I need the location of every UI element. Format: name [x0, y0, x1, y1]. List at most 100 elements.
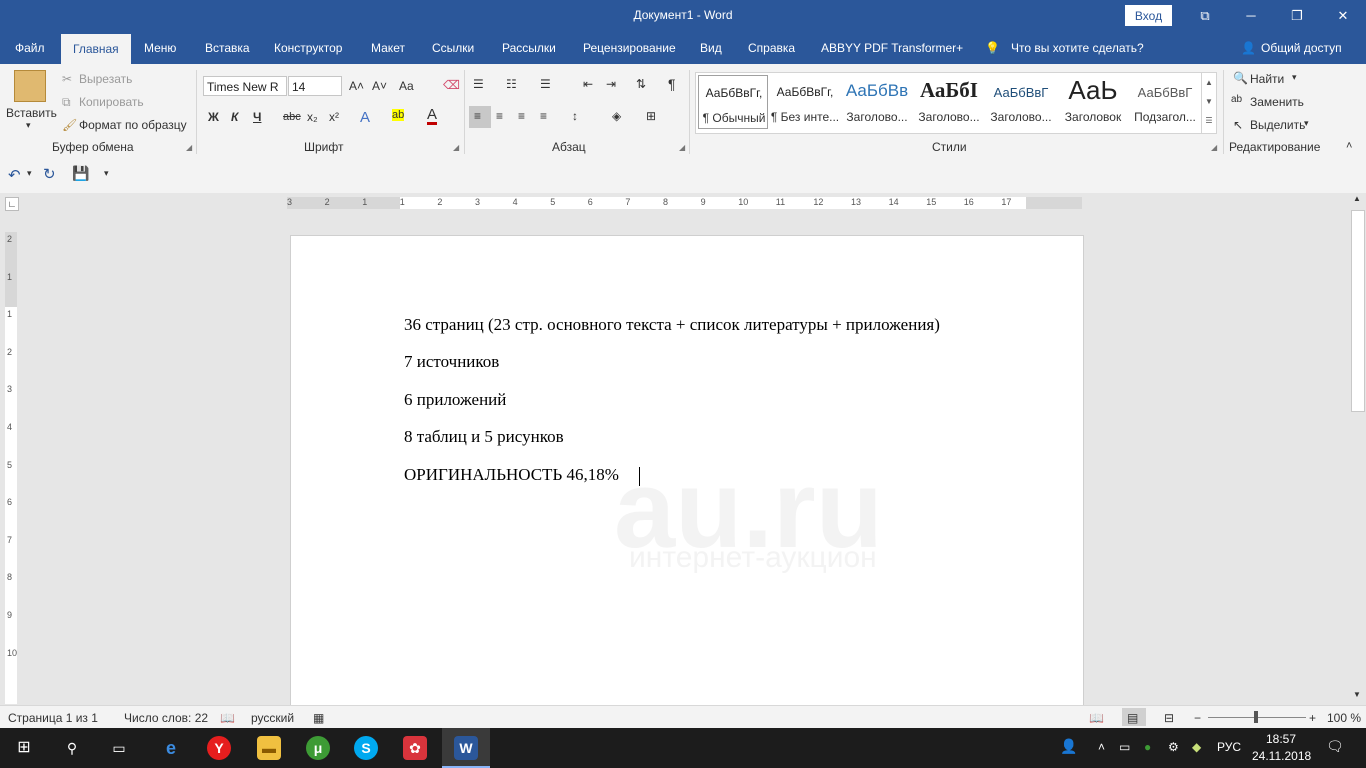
task-view-icon[interactable]: ▭: [107, 736, 131, 760]
doc-paragraph[interactable]: 36 страниц (23 стр. основного текста + с…: [404, 315, 940, 335]
document-page[interactable]: au.ru интернет-аукцион 36 страниц (23 ст…: [290, 235, 1084, 717]
horizontal-ruler[interactable]: 3 2 1 1 2 3 4 5 6 7 8 9 10 11 12 13 14 15 16 17: [287, 197, 1082, 209]
tray-overflow-icon[interactable]: ˄: [1098, 740, 1105, 754]
word-count[interactable]: Число слов: 22: [124, 711, 208, 725]
italic-button[interactable]: К: [231, 110, 238, 124]
search-icon[interactable]: ⚲: [60, 736, 84, 760]
style-heading-1[interactable]: АаБбВв Заголово...: [842, 75, 912, 129]
utorrent-icon[interactable]: μ: [306, 736, 330, 760]
file-explorer-icon[interactable]: ▬: [257, 736, 281, 760]
redo-icon[interactable]: ↻: [43, 165, 56, 183]
select-dropdown-icon[interactable]: ▾: [1304, 118, 1309, 129]
web-layout-icon[interactable]: ⊟: [1164, 711, 1174, 725]
ribbon-display-options-icon[interactable]: ⧉: [1182, 0, 1228, 32]
undo-icon[interactable]: ↶: [8, 166, 21, 184]
font-name-combo[interactable]: Times New R: [203, 76, 287, 96]
language-indicator[interactable]: русский: [251, 711, 294, 725]
style-no-spacing[interactable]: АаБбВвГг, ¶ Без инте...: [770, 75, 840, 129]
multilevel-list-icon[interactable]: ☰: [540, 77, 551, 91]
tab-home[interactable]: Главная: [61, 34, 131, 64]
tab-design[interactable]: Конструктор: [274, 41, 342, 55]
tab-help[interactable]: Справка: [748, 41, 795, 55]
style-normal[interactable]: АаБбВвГг, ¶ Обычный: [698, 75, 768, 129]
zoom-level[interactable]: 100 %: [1327, 711, 1361, 725]
style-heading-2[interactable]: АаБбІ Заголово...: [914, 75, 984, 129]
format-painter-button[interactable]: Формат по образцу: [79, 118, 187, 132]
proofing-icon[interactable]: 📖: [220, 711, 235, 725]
customize-qat-icon[interactable]: ▾: [104, 168, 109, 179]
doc-paragraph[interactable]: ОРИГИНАЛЬНОСТЬ 46,18%: [404, 465, 619, 485]
vertical-ruler[interactable]: 2 1 1 2 3 4 5 6 7 8 9 10: [5, 232, 17, 704]
doc-paragraph[interactable]: 8 таблиц и 5 рисунков: [404, 427, 564, 447]
tell-me-input[interactable]: Что вы хотите сделать?: [1011, 41, 1144, 55]
sync-icon[interactable]: ⚙: [1168, 740, 1179, 754]
underline-button[interactable]: Ч: [253, 110, 261, 124]
align-center-icon[interactable]: ≡: [496, 109, 503, 123]
collapse-ribbon-icon[interactable]: ˄: [1346, 140, 1352, 152]
shrink-font-button[interactable]: A˅: [372, 79, 387, 93]
select-button[interactable]: Выделить: [1250, 118, 1305, 132]
undo-dropdown-icon[interactable]: ▾: [27, 168, 32, 179]
decrease-indent-icon[interactable]: ⇤: [583, 77, 593, 91]
skype-icon[interactable]: S: [354, 736, 378, 760]
restore-button[interactable]: ❐: [1274, 0, 1320, 32]
scroll-thumb[interactable]: [1351, 210, 1365, 412]
increase-indent-icon[interactable]: ⇥: [606, 77, 616, 91]
doc-paragraph[interactable]: 6 приложений: [404, 390, 506, 410]
font-color-icon[interactable]: A: [427, 107, 438, 125]
zoom-in-icon[interactable]: +: [1309, 711, 1316, 725]
people-icon[interactable]: 👤: [1060, 738, 1077, 755]
save-icon[interactable]: 💾: [72, 165, 89, 182]
cut-button[interactable]: Вырезать: [79, 72, 132, 86]
shading-icon[interactable]: ◈: [612, 109, 621, 123]
sign-in-button[interactable]: Вход: [1125, 5, 1172, 26]
app-tray-icon[interactable]: ◆: [1192, 740, 1201, 754]
scroll-down-icon[interactable]: ▼: [1353, 690, 1361, 699]
paste-dropdown-icon[interactable]: ▾: [26, 120, 31, 131]
justify-icon[interactable]: ≡: [540, 109, 547, 123]
paste-button[interactable]: Вставить: [6, 106, 57, 120]
zoom-out-icon[interactable]: −: [1194, 711, 1201, 725]
doc-paragraph[interactable]: 7 источников: [404, 352, 499, 372]
language-indicator-taskbar[interactable]: РУС: [1217, 740, 1241, 754]
grow-font-button[interactable]: A˄: [349, 79, 364, 93]
vertical-scrollbar[interactable]: ▲ ▼: [1349, 193, 1366, 705]
find-dropdown-icon[interactable]: ▾: [1292, 72, 1297, 83]
macro-icon[interactable]: ▦: [313, 711, 324, 725]
style-subtitle[interactable]: АаБбВвГ Подзагол...: [1130, 75, 1200, 129]
show-formatting-button[interactable]: ¶: [668, 76, 676, 92]
tab-view[interactable]: Вид: [700, 41, 722, 55]
edge-icon[interactable]: e: [159, 736, 183, 760]
read-mode-icon[interactable]: 📖: [1089, 711, 1104, 725]
clock-time[interactable]: 18:57: [1266, 732, 1296, 746]
minimize-button[interactable]: ─: [1228, 0, 1274, 32]
tab-insert[interactable]: Вставка: [205, 41, 250, 55]
notifications-icon[interactable]: 🗨: [1326, 738, 1344, 755]
paste-icon[interactable]: [14, 70, 46, 102]
line-spacing-icon[interactable]: ↕: [572, 109, 578, 123]
share-button[interactable]: Общий доступ: [1261, 41, 1342, 55]
subscript-button[interactable]: x₂: [307, 110, 318, 124]
borders-icon[interactable]: ⊞: [646, 109, 656, 123]
sort-icon[interactable]: ⇅: [636, 77, 646, 91]
clipboard-launcher-icon[interactable]: ◢: [186, 143, 192, 152]
copy-button[interactable]: Копировать: [79, 95, 144, 109]
align-right-icon[interactable]: ≡: [518, 109, 525, 123]
highlight-icon[interactable]: ab: [392, 109, 405, 121]
tab-review[interactable]: Рецензирование: [583, 41, 676, 55]
zoom-slider-thumb[interactable]: [1254, 711, 1258, 723]
bullets-icon[interactable]: ☰: [473, 77, 484, 91]
tab-layout[interactable]: Макет: [371, 41, 405, 55]
change-case-button[interactable]: Aa: [399, 79, 414, 93]
find-button[interactable]: Найти: [1250, 72, 1284, 86]
tab-abbyy[interactable]: ABBYY PDF Transformer+: [821, 41, 963, 55]
superscript-button[interactable]: x²: [329, 110, 339, 124]
numbering-icon[interactable]: ☷: [506, 77, 517, 91]
yandex-browser-icon[interactable]: Y: [207, 736, 231, 760]
paragraph-launcher-icon[interactable]: ◢: [679, 143, 685, 152]
clear-formatting-icon[interactable]: ⌫: [443, 78, 460, 92]
tab-mailings[interactable]: Рассылки: [502, 41, 556, 55]
replace-button[interactable]: Заменить: [1250, 95, 1304, 109]
strikethrough-button[interactable]: abc: [283, 111, 301, 123]
font-launcher-icon[interactable]: ◢: [453, 143, 459, 152]
